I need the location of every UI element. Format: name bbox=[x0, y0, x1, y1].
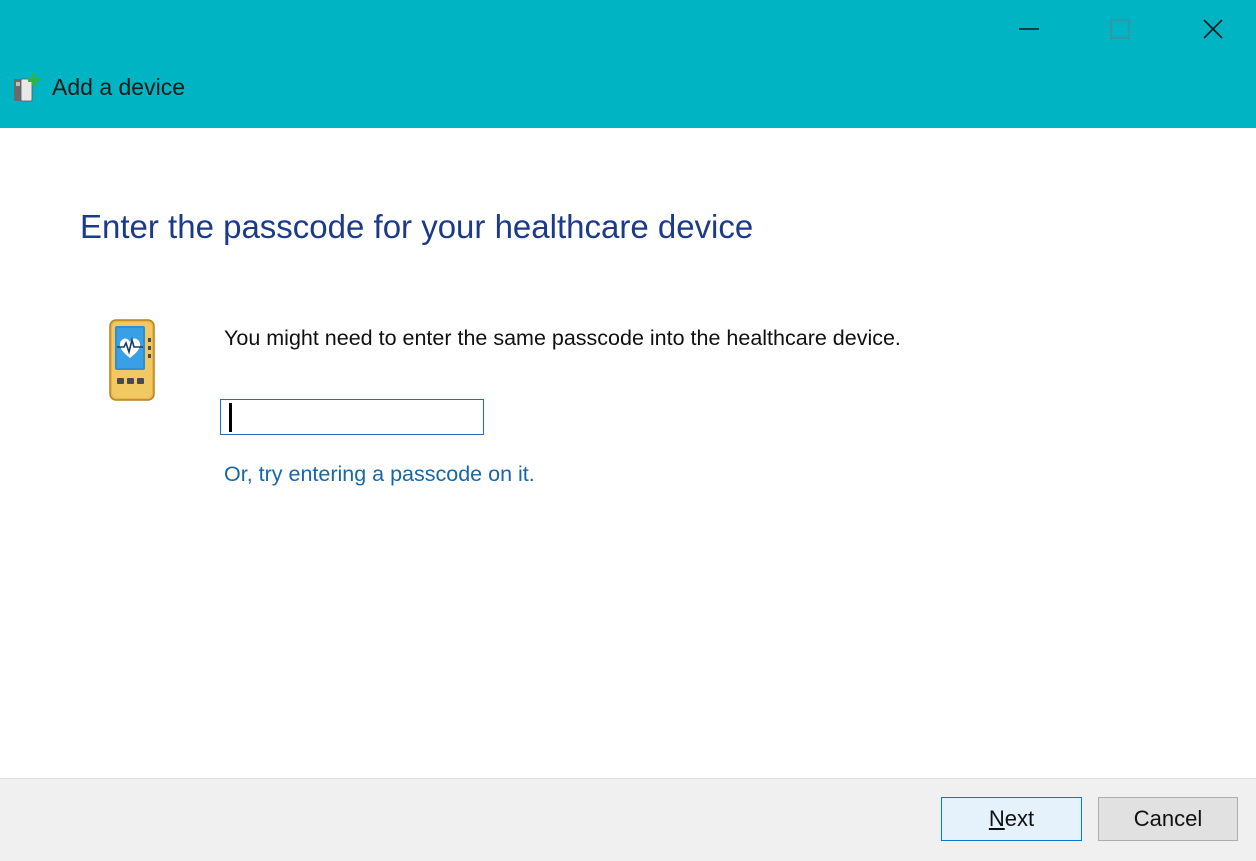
minimize-icon bbox=[1019, 28, 1039, 30]
maximize-button[interactable] bbox=[1097, 0, 1143, 58]
window-title: Add a device bbox=[52, 74, 185, 100]
healthcare-device-icon bbox=[109, 319, 155, 401]
add-device-icon bbox=[14, 74, 40, 102]
instruction-text: You might need to enter the same passcod… bbox=[224, 326, 901, 350]
next-accelerator-key: N bbox=[988, 806, 1005, 831]
close-button[interactable] bbox=[1190, 0, 1236, 58]
text-caret bbox=[229, 403, 232, 432]
next-button[interactable]: Next bbox=[941, 797, 1082, 841]
next-label: ext bbox=[1004, 806, 1035, 831]
cancel-button[interactable]: Cancel bbox=[1098, 797, 1238, 841]
page-heading: Enter the passcode for your healthcare d… bbox=[80, 208, 754, 245]
maximize-icon bbox=[1110, 19, 1130, 39]
minimize-button[interactable] bbox=[1006, 0, 1052, 58]
passcode-input[interactable] bbox=[220, 399, 484, 435]
title-bar: Add a device bbox=[0, 0, 1256, 128]
close-icon bbox=[1203, 19, 1223, 39]
alternate-passcode-link[interactable]: Or, try entering a passcode on it. bbox=[224, 462, 535, 487]
